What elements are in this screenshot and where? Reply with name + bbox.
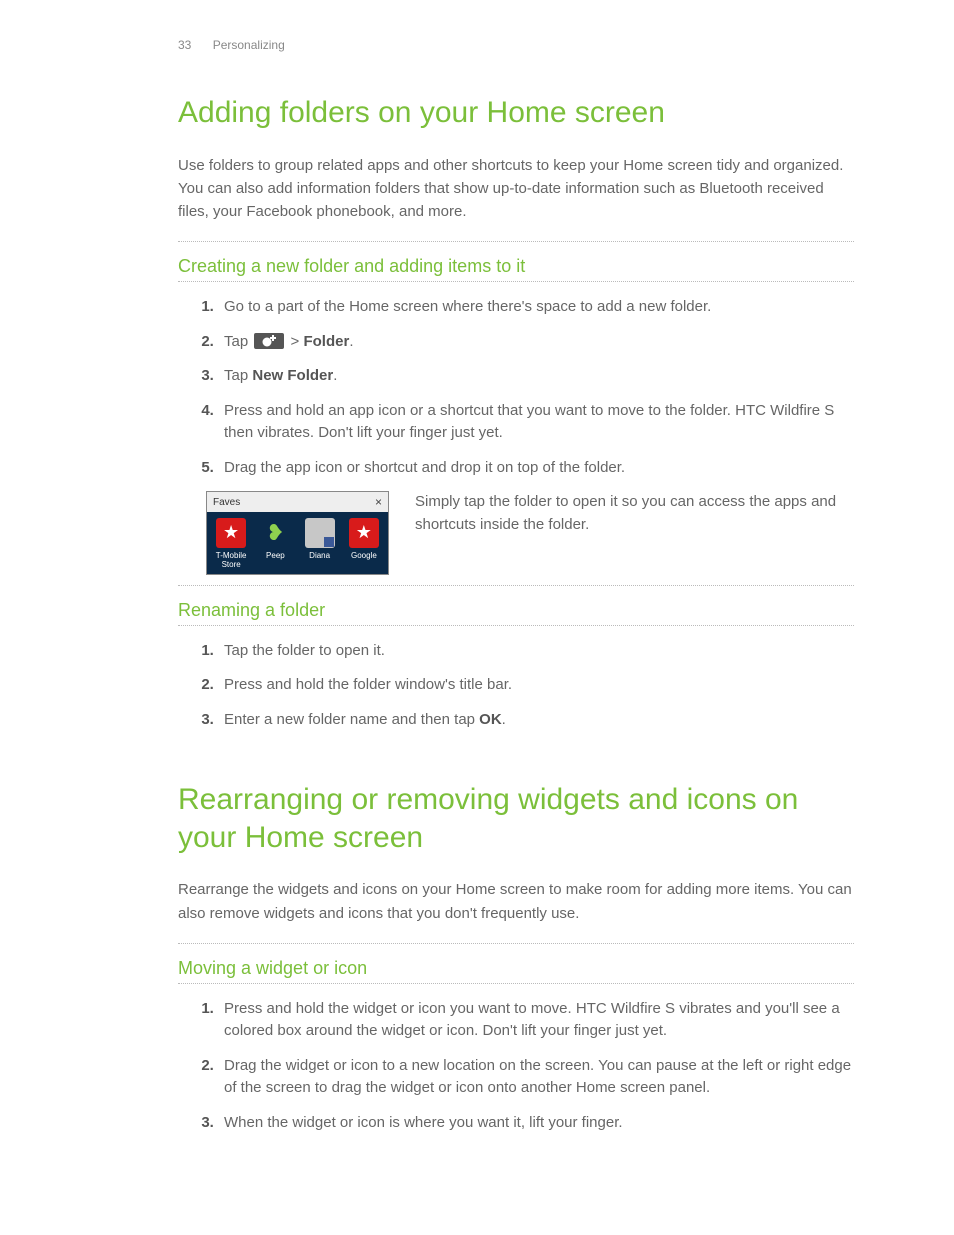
- intro-paragraph-b: Rearrange the widgets and icons on your …: [178, 878, 854, 925]
- section-name: Personalizing: [213, 38, 285, 52]
- contact-photo-icon: [305, 518, 335, 548]
- step-5: Drag the app icon or shortcut and drop i…: [218, 457, 854, 480]
- subheading-renaming-folder: Renaming a folder: [178, 600, 854, 626]
- folder-item: ★ Google: [342, 518, 386, 570]
- step-2: Press and hold the folder window's title…: [218, 674, 854, 697]
- step-2-gt: >: [286, 333, 303, 350]
- step-3: When the widget or icon is where you wan…: [218, 1112, 854, 1135]
- steps-moving-widget: Press and hold the widget or icon you wa…: [178, 998, 854, 1135]
- step-3: Tap New Folder.: [218, 365, 854, 388]
- step-2-text: Tap: [224, 333, 252, 350]
- step-3-ok: OK: [479, 711, 502, 728]
- close-icon: ×: [375, 495, 382, 509]
- subheading-moving-widget: Moving a widget or icon: [178, 958, 854, 984]
- step-1: Go to a part of the Home screen where th…: [218, 296, 854, 319]
- step-3-dot: .: [333, 367, 337, 384]
- steps-creating-folder: Go to a part of the Home screen where th…: [178, 296, 854, 479]
- bird-icon: ❥: [260, 518, 290, 548]
- manual-page: 33 Personalizing Adding folders on your …: [0, 0, 954, 1235]
- star-icon: ★: [216, 518, 246, 548]
- divider: [178, 943, 854, 944]
- step-4: Press and hold an app icon or a shortcut…: [218, 400, 854, 445]
- step-2-dot: .: [349, 333, 353, 350]
- folder-item: Diana: [298, 518, 342, 570]
- figure-caption: Simply tap the folder to open it so you …: [415, 491, 854, 536]
- divider: [178, 585, 854, 586]
- folder-body: ★ T-Mobile Store ❥ Peep Diana ★ Google: [207, 512, 388, 574]
- step-1: Tap the folder to open it.: [218, 640, 854, 663]
- heading-rearranging: Rearranging or removing widgets and icon…: [178, 781, 854, 856]
- step-2: Drag the widget or icon to a new locatio…: [218, 1055, 854, 1100]
- page-number: 33: [178, 38, 191, 52]
- step-3-text: Tap: [224, 367, 252, 384]
- heading-adding-folders: Adding folders on your Home screen: [178, 94, 854, 132]
- folder-screenshot: Faves × ★ T-Mobile Store ❥ Peep Diana ★: [206, 491, 389, 575]
- step-3-dot: .: [502, 711, 506, 728]
- subheading-creating-folder: Creating a new folder and adding items t…: [178, 256, 854, 282]
- step-3-new-folder: New Folder: [252, 367, 333, 384]
- folder-item-label: T-Mobile Store: [209, 552, 253, 570]
- folder-item-label: Diana: [309, 552, 330, 561]
- divider: [178, 241, 854, 242]
- star-icon: ★: [349, 518, 379, 548]
- folder-title: Faves: [213, 497, 240, 508]
- steps-renaming-folder: Tap the folder to open it. Press and hol…: [178, 640, 854, 732]
- step-2-folder: Folder: [303, 333, 349, 350]
- folder-item-label: Google: [351, 552, 377, 561]
- folder-titlebar: Faves ×: [207, 492, 388, 512]
- add-home-icon: [254, 333, 284, 349]
- folder-item: ★ T-Mobile Store: [209, 518, 253, 570]
- folder-item: ❥ Peep: [253, 518, 297, 570]
- intro-paragraph: Use folders to group related apps and ot…: [178, 154, 854, 224]
- step-2: Tap > Folder.: [218, 331, 854, 354]
- step-1: Press and hold the widget or icon you wa…: [218, 998, 854, 1043]
- step-3-text: Enter a new folder name and then tap: [224, 711, 479, 728]
- figure-row: Faves × ★ T-Mobile Store ❥ Peep Diana ★: [206, 491, 854, 575]
- step-3: Enter a new folder name and then tap OK.: [218, 709, 854, 732]
- running-header: 33 Personalizing: [178, 38, 854, 52]
- folder-item-label: Peep: [266, 552, 285, 561]
